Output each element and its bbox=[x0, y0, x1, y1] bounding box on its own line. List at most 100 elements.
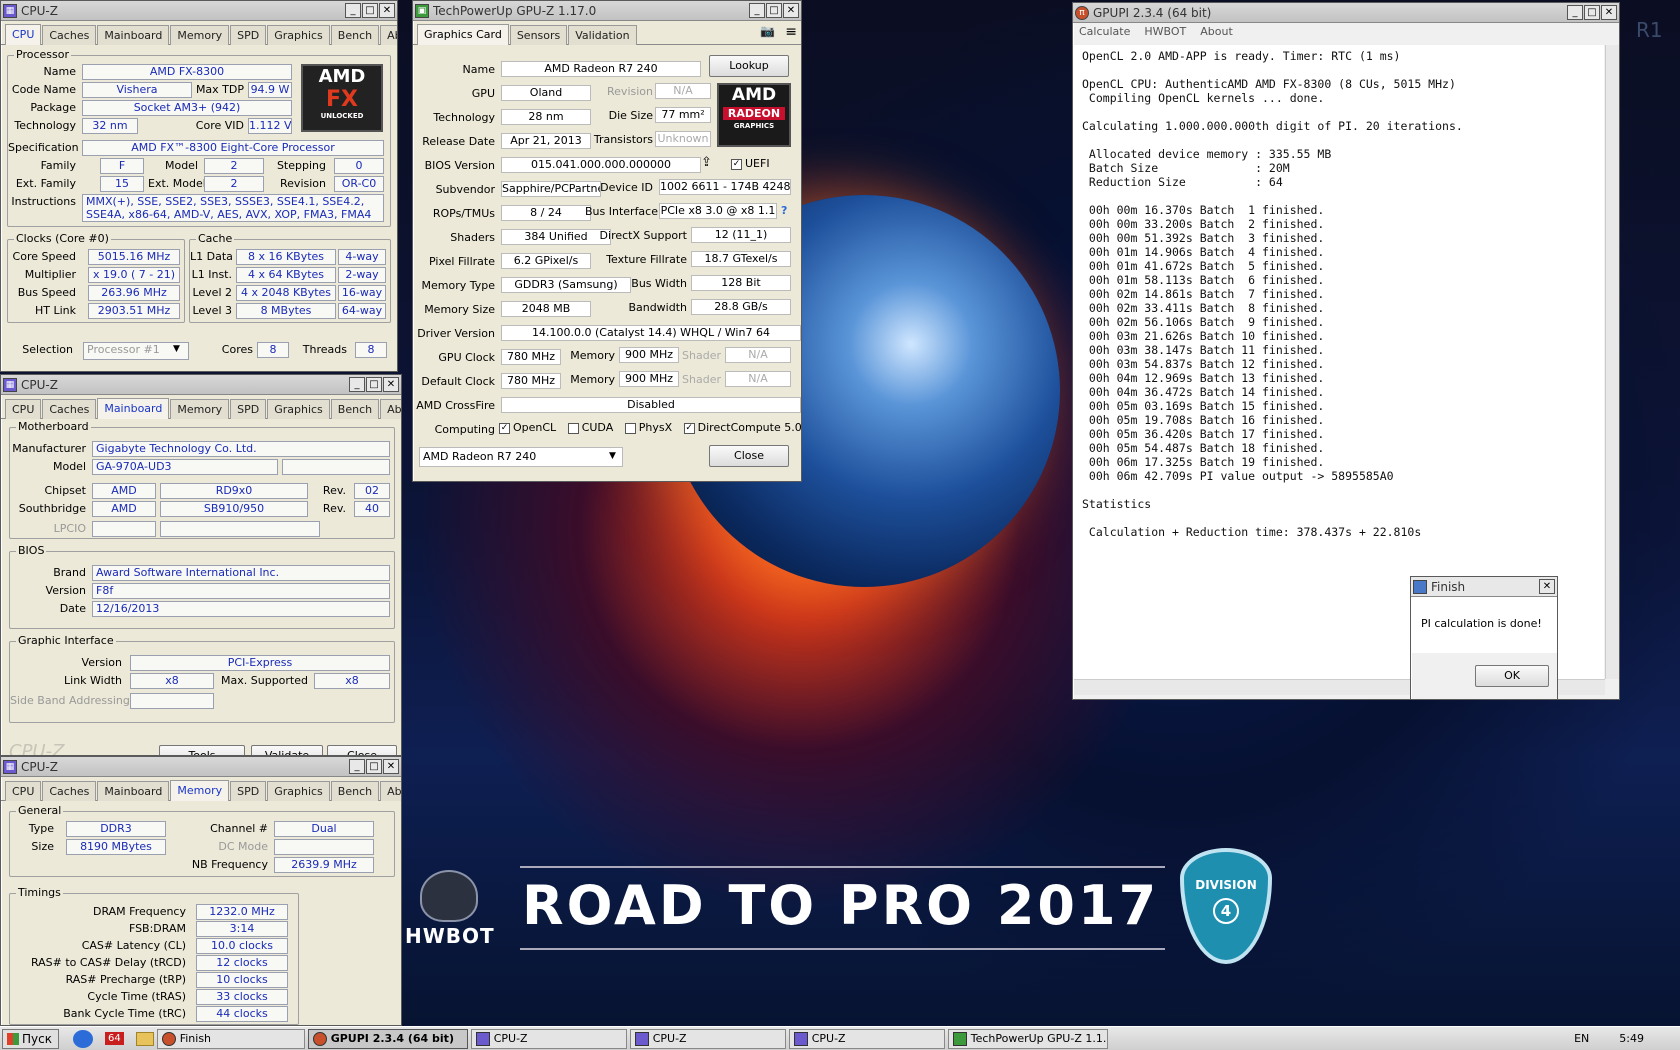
tab-caches[interactable]: Caches bbox=[42, 399, 97, 419]
hwinfo-badge[interactable]: 64 bbox=[104, 1032, 124, 1045]
camera-icon[interactable]: 📷 bbox=[760, 24, 775, 44]
maximize-button[interactable]: □ bbox=[366, 759, 382, 774]
chevron-down-icon[interactable]: ▼ bbox=[173, 344, 180, 354]
language-indicator[interactable]: EN bbox=[1574, 1032, 1589, 1045]
instructions-value: MMX(+), SSE, SSE2, SSE3, SSSE3, SSE4.1, … bbox=[82, 194, 384, 222]
l1i-way: 2-way bbox=[338, 267, 386, 283]
minimize-button[interactable]: _ bbox=[349, 759, 365, 774]
close-button[interactable]: Close bbox=[709, 445, 789, 467]
tab-memory[interactable]: Memory bbox=[170, 780, 230, 801]
tab-about[interactable]: About bbox=[380, 25, 397, 45]
ie-icon[interactable] bbox=[72, 1029, 93, 1048]
minimize-button[interactable]: _ bbox=[1567, 5, 1583, 20]
directcompute-checkbox[interactable]: ✓ DirectCompute 5.0 bbox=[683, 421, 801, 434]
tab-memory[interactable]: Memory bbox=[170, 25, 230, 45]
tab-cpu[interactable]: CPU bbox=[5, 24, 42, 45]
gpuz-label: Pixel Fillrate bbox=[429, 255, 495, 268]
cpuz-memory-window[interactable]: ▦ CPU-Z _ □ ✕ CPU Caches Mainboard Memory SPD Gra… bbox=[0, 756, 402, 1026]
tab-bench[interactable]: Bench bbox=[330, 25, 380, 45]
channel-value: Dual bbox=[274, 821, 374, 837]
vertical-scrollbar[interactable] bbox=[1605, 45, 1619, 679]
close-button[interactable]: ✕ bbox=[1601, 5, 1617, 20]
close-button[interactable]: ✕ bbox=[1539, 579, 1555, 594]
menu-about[interactable]: About bbox=[1200, 25, 1233, 38]
tab-spd[interactable]: SPD bbox=[230, 399, 267, 419]
validate-button[interactable]: Validate bbox=[251, 745, 323, 755]
tab-graphics[interactable]: Graphics bbox=[267, 25, 330, 45]
title-bar[interactable]: ▦ CPU-Z _ □ ✕ bbox=[1, 375, 401, 395]
tab-mainboard[interactable]: Mainboard bbox=[97, 781, 170, 801]
lpcio-model bbox=[160, 521, 320, 537]
tab-mainboard[interactable]: Mainboard bbox=[97, 398, 170, 419]
cpuz-mainboard-window[interactable]: ▦ CPU-Z _ □ ✕ CPU Caches Mainboard Memory SPD Gra… bbox=[0, 374, 402, 756]
menu-calculate[interactable]: Calculate bbox=[1079, 25, 1130, 38]
taskbar-item-gpupi[interactable]: GPUPI 2.3.4 (64 bit) bbox=[307, 1028, 468, 1049]
close-button[interactable]: Close bbox=[327, 745, 397, 755]
finish-dialog[interactable]: Finish ✕ PI calculation is done! OK bbox=[1410, 576, 1558, 700]
minimize-button[interactable]: _ bbox=[749, 3, 765, 18]
taskbar-item-cpuz-2[interactable]: CPU-Z bbox=[629, 1028, 786, 1049]
folder-icon[interactable] bbox=[135, 1031, 154, 1046]
uefi-checkbox[interactable]: ✓ UEFI bbox=[731, 157, 770, 170]
die-size-value: 77 mm² bbox=[655, 107, 711, 123]
division-number: 4 bbox=[1213, 898, 1239, 924]
maximize-button[interactable]: □ bbox=[1584, 5, 1600, 20]
maximize-button[interactable]: □ bbox=[366, 377, 382, 392]
close-button[interactable]: ✕ bbox=[379, 3, 395, 18]
title-bar[interactable]: π GPUPI 2.3.4 (64 bit) _ □ ✕ bbox=[1073, 3, 1619, 23]
tab-caches[interactable]: Caches bbox=[42, 781, 97, 801]
tab-memory[interactable]: Memory bbox=[170, 399, 230, 419]
title-bar[interactable]: ▦ CPU-Z _ □ ✕ bbox=[1, 757, 401, 777]
physx-checkbox[interactable]: PhysX bbox=[624, 421, 672, 434]
gpu-select[interactable]: AMD Radeon R7 240 bbox=[419, 447, 623, 467]
maximize-button[interactable]: □ bbox=[362, 3, 378, 18]
ok-button[interactable]: OK bbox=[1475, 665, 1549, 687]
tab-graphics[interactable]: Graphics bbox=[267, 399, 330, 419]
lookup-button[interactable]: Lookup bbox=[709, 55, 789, 77]
start-button[interactable]: Пуск bbox=[2, 1028, 59, 1049]
title-bar[interactable]: ▦ CPU-Z _ □ ✕ bbox=[1, 1, 397, 21]
opencl-checkbox[interactable]: ✓ OpenCL bbox=[499, 421, 556, 434]
title-bar[interactable]: ▣ TechPowerUp GPU-Z 1.17.0 _ □ ✕ bbox=[413, 1, 801, 21]
tab-caches[interactable]: Caches bbox=[42, 25, 97, 45]
gpuz-window[interactable]: ▣ TechPowerUp GPU-Z 1.17.0 _ □ ✕ Graphics Ca… bbox=[412, 0, 802, 482]
minimize-button[interactable]: _ bbox=[345, 3, 361, 18]
taskbar-item-finish[interactable]: Finish bbox=[156, 1028, 305, 1049]
chevron-down-icon[interactable]: ▼ bbox=[609, 451, 616, 461]
multiplier-value: x 19.0 ( 7 - 21) bbox=[88, 267, 180, 283]
close-button[interactable]: ✕ bbox=[383, 377, 399, 392]
tab-spd[interactable]: SPD bbox=[230, 781, 267, 801]
tab-bench[interactable]: Bench bbox=[330, 399, 380, 419]
help-icon[interactable]: ? bbox=[781, 204, 787, 217]
cuda-checkbox[interactable]: CUDA bbox=[567, 421, 613, 434]
taskbar-item-cpuz-1[interactable]: CPU-Z bbox=[470, 1028, 627, 1049]
minimize-button[interactable]: _ bbox=[349, 377, 365, 392]
close-button[interactable]: ✕ bbox=[383, 759, 399, 774]
share-icon[interactable]: ⇪ bbox=[701, 155, 712, 170]
menu-hwbot[interactable]: HWBOT bbox=[1144, 25, 1186, 38]
title-bar[interactable]: Finish ✕ bbox=[1411, 577, 1557, 597]
tab-cpu[interactable]: CPU bbox=[5, 399, 42, 419]
tools-button[interactable]: Tools bbox=[159, 745, 245, 755]
close-button[interactable]: ✕ bbox=[783, 3, 799, 18]
tab-about[interactable]: About bbox=[380, 399, 401, 419]
bandwidth-value: 28.8 GB/s bbox=[691, 299, 791, 315]
taskbar-item-gpuz[interactable]: TechPowerUp GPU-Z 1.1... bbox=[947, 1028, 1108, 1049]
taskbar-item-cpuz-3[interactable]: CPU-Z bbox=[788, 1028, 945, 1049]
tab-bench[interactable]: Bench bbox=[330, 781, 380, 801]
texture-fillrate-value: 18.7 GTexel/s bbox=[691, 251, 791, 267]
clock[interactable]: 5:49 bbox=[1619, 1032, 1644, 1045]
tab-sensors[interactable]: Sensors bbox=[509, 25, 568, 45]
tab-cpu[interactable]: CPU bbox=[5, 781, 42, 801]
tab-mainboard[interactable]: Mainboard bbox=[97, 25, 170, 45]
gpuz-value: 2048 MB bbox=[501, 301, 591, 317]
tab-spd[interactable]: SPD bbox=[230, 25, 267, 45]
tab-validation[interactable]: Validation bbox=[568, 25, 637, 45]
cpu-name-value: AMD FX-8300 bbox=[82, 64, 292, 80]
tab-graphics-card[interactable]: Graphics Card bbox=[417, 24, 509, 45]
cpuz-cpu-window[interactable]: ▦ CPU-Z _ □ ✕ CPU Caches Mainboard Memory SPD Gra… bbox=[0, 0, 398, 372]
tab-about[interactable]: About bbox=[380, 781, 401, 801]
maximize-button[interactable]: □ bbox=[766, 3, 782, 18]
menu-icon[interactable]: ≡ bbox=[785, 24, 797, 44]
tab-graphics[interactable]: Graphics bbox=[267, 781, 330, 801]
